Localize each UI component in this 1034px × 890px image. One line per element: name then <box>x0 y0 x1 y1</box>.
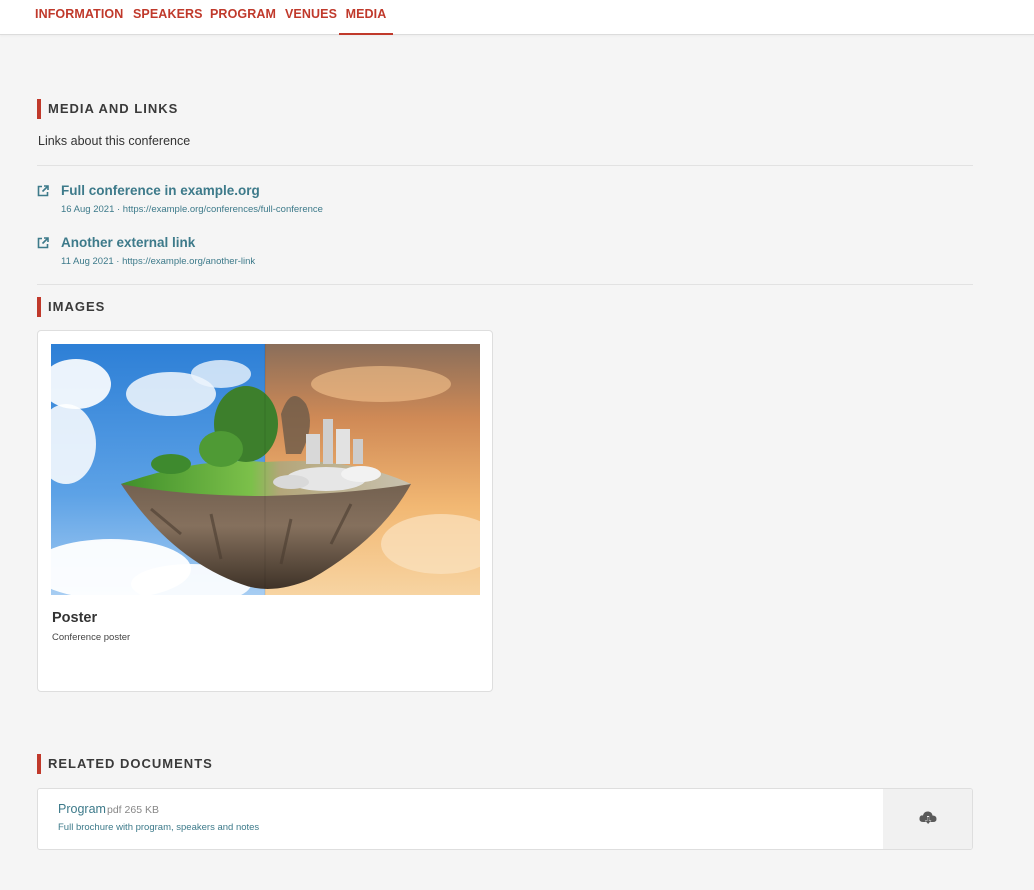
document-name[interactable]: Program <box>58 802 106 816</box>
tab-program[interactable]: PROGRAM <box>210 0 276 35</box>
tab-media[interactable]: MEDIA <box>339 0 393 35</box>
document-description: Full brochure with program, speakers and… <box>58 822 260 833</box>
document-type: pdf 265 KB <box>107 804 159 816</box>
link-meta: 11 Aug 2021 · https://example.org/anothe… <box>61 256 256 267</box>
media-links-description: Links about this conference <box>38 134 191 148</box>
divider <box>37 284 973 285</box>
media-links-heading: MEDIA AND LINKS <box>37 99 178 119</box>
top-navigation: INFORMATION SPEAKERS PROGRAM VENUES MEDI… <box>0 0 1034 35</box>
image-caption: Conference poster <box>52 632 131 643</box>
download-button[interactable] <box>883 789 972 849</box>
link-title[interactable]: Another external link <box>61 235 195 250</box>
external-link-item[interactable]: Full conference in example.org 16 Aug 20… <box>37 183 637 225</box>
image-title: Poster <box>52 610 98 626</box>
cloud-download-icon <box>919 810 937 826</box>
related-documents-heading: RELATED DOCUMENTS <box>37 754 213 774</box>
divider <box>37 165 973 166</box>
link-title[interactable]: Full conference in example.org <box>61 183 260 198</box>
external-link-icon <box>37 237 49 249</box>
poster-image[interactable] <box>51 344 480 595</box>
external-link-item[interactable]: Another external link 11 Aug 2021 · http… <box>37 235 637 277</box>
tab-speakers[interactable]: SPEAKERS <box>133 0 203 35</box>
document-item: Program pdf 265 KB Full brochure with pr… <box>37 788 973 850</box>
images-heading: IMAGES <box>37 297 105 317</box>
external-link-icon <box>37 185 49 197</box>
image-card[interactable]: Poster Conference poster <box>37 330 493 692</box>
tab-venues[interactable]: VENUES <box>285 0 337 35</box>
tab-information[interactable]: INFORMATION <box>35 0 123 35</box>
link-meta: 16 Aug 2021 · https://example.org/confer… <box>61 204 323 215</box>
